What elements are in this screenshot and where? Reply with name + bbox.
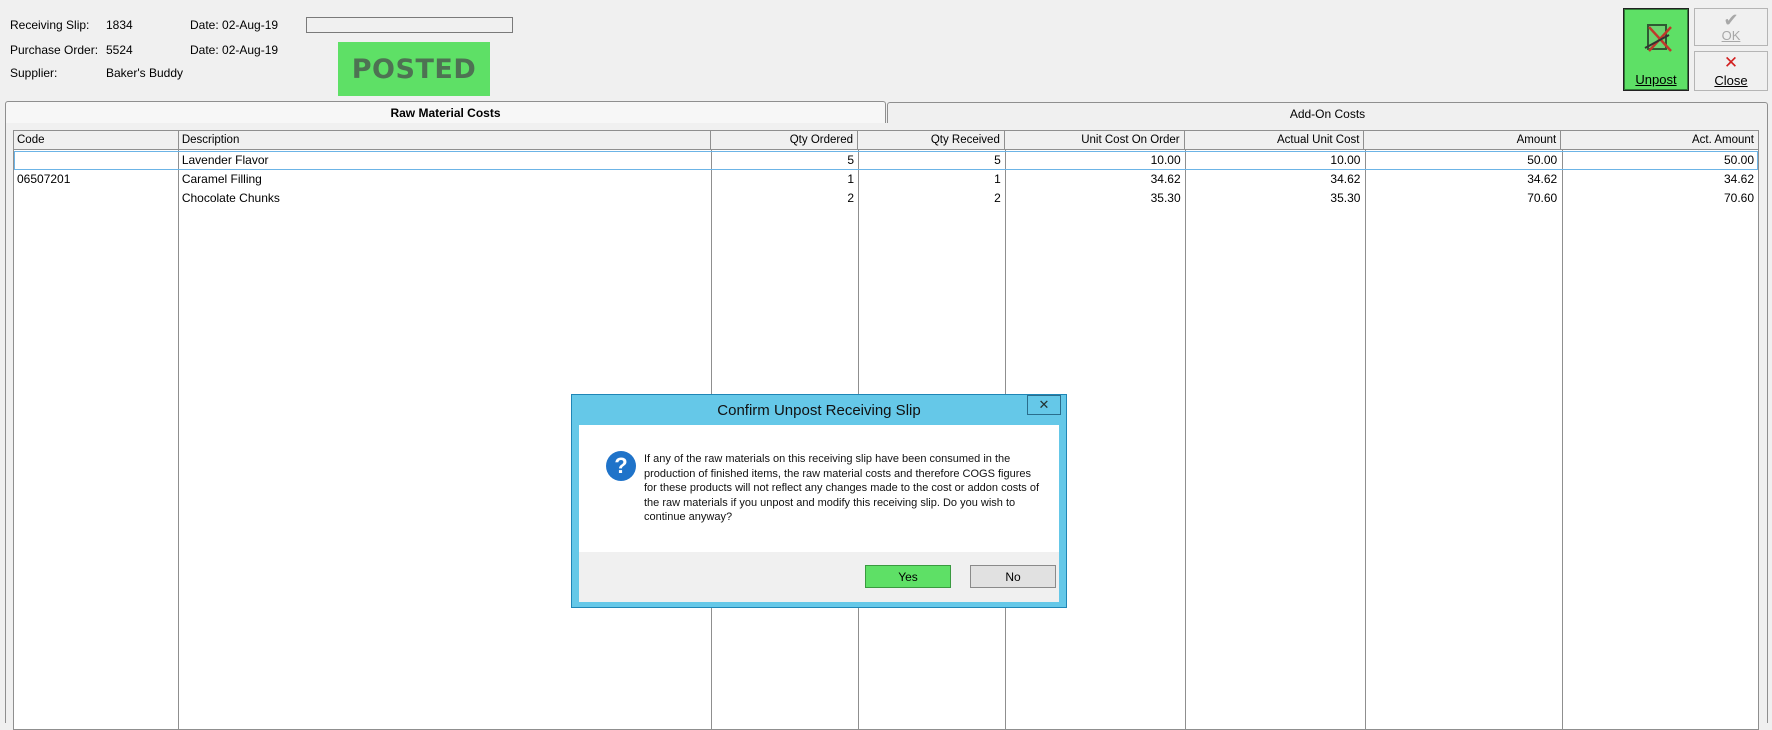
status-badge: POSTED <box>338 42 490 96</box>
grid-header: Code Description Qty Ordered Qty Receive… <box>14 131 1758 150</box>
confirm-unpost-dialog: Confirm Unpost Receiving Slip ✕ ? If any… <box>571 394 1067 608</box>
dialog-footer: Yes No <box>579 552 1059 602</box>
close-icon: ✕ <box>1038 397 1050 412</box>
tab-add-on-costs[interactable]: Add-On Costs <box>887 102 1768 124</box>
table-row[interactable]: 06507201 Caramel Filling 1 1 34.62 34.62… <box>14 170 1758 189</box>
column-divider <box>1185 150 1186 729</box>
cell-unit-cost-on-order: 10.00 <box>1150 153 1181 167</box>
supplier-label: Supplier: <box>10 66 58 80</box>
column-header-actual-unit-cost[interactable]: Actual Unit Cost <box>1185 131 1365 150</box>
cell-code <box>14 151 179 170</box>
cell-unit-cost-on-order: 34.62 <box>1150 172 1181 186</box>
checkmark-icon: ✔ <box>1723 10 1739 30</box>
cell-qty-received: 5 <box>994 153 1001 167</box>
column-header-code[interactable]: Code <box>14 131 179 150</box>
cell-qty-received: 2 <box>994 191 1001 205</box>
no-button[interactable]: No <box>970 565 1056 588</box>
close-label: Close <box>1714 73 1748 88</box>
cell-qty-ordered: 2 <box>847 191 855 205</box>
receiving-slip-date: Date: 02-Aug-19 <box>190 18 279 32</box>
purchase-order-date: Date: 02-Aug-19 <box>190 43 279 57</box>
unpost-icon <box>1644 24 1672 52</box>
close-button[interactable]: ✕ Close <box>1694 51 1768 91</box>
dialog-message: If any of the raw materials on this rece… <box>644 453 1039 524</box>
cell-amount: 34.62 <box>1527 172 1558 186</box>
cell-actual-unit-cost: 34.62 <box>1330 172 1361 186</box>
cell-code: 06507201 <box>17 172 71 186</box>
unpost-label: Unpost <box>1635 72 1677 87</box>
cell-act-amount: 34.62 <box>1723 172 1754 186</box>
unpost-button[interactable]: Unpost <box>1623 8 1689 91</box>
dialog-close-button[interactable]: ✕ <box>1027 395 1061 415</box>
column-divider <box>1562 150 1563 729</box>
progress-bar <box>306 17 513 33</box>
cell-actual-unit-cost: 35.30 <box>1330 191 1361 205</box>
close-icon: ✕ <box>1723 53 1739 72</box>
column-header-qty-received[interactable]: Qty Received <box>858 131 1005 150</box>
column-divider <box>178 150 179 729</box>
yes-button[interactable]: Yes <box>865 565 951 588</box>
cell-qty-received: 1 <box>994 172 1001 186</box>
cell-actual-unit-cost: 10.00 <box>1330 153 1361 167</box>
cell-act-amount: 50.00 <box>1723 153 1754 167</box>
question-icon: ? <box>606 451 636 481</box>
column-header-amount[interactable]: Amount <box>1364 131 1562 150</box>
ok-button[interactable]: ✔ OK <box>1694 8 1768 46</box>
cell-description: Chocolate Chunks <box>181 191 280 205</box>
column-divider <box>1365 150 1366 729</box>
dialog-body: ? If any of the raw materials on this re… <box>579 425 1059 552</box>
purchase-order-label: Purchase Order: <box>10 43 99 57</box>
cell-description: Caramel Filling <box>181 172 262 186</box>
table-row[interactable]: Lavender Flavor 5 5 10.00 10.00 50.00 50… <box>14 151 1758 170</box>
purchase-order-value: 5524 <box>106 43 133 57</box>
receiving-slip-label: Receiving Slip: <box>10 18 90 32</box>
column-header-act-amount[interactable]: Act. Amount <box>1561 131 1758 150</box>
receiving-slip-value: 1834 <box>106 18 133 32</box>
table-row[interactable]: Chocolate Chunks 2 2 35.30 35.30 70.60 7… <box>14 189 1758 208</box>
column-header-unit-cost-on-order[interactable]: Unit Cost On Order <box>1005 131 1185 150</box>
cell-code <box>14 189 179 208</box>
tab-raw-material-costs[interactable]: Raw Material Costs <box>5 101 886 124</box>
column-header-description[interactable]: Description <box>179 131 712 150</box>
cell-description: Lavender Flavor <box>181 153 269 167</box>
cell-act-amount: 70.60 <box>1723 191 1754 205</box>
column-header-qty-ordered[interactable]: Qty Ordered <box>711 131 859 150</box>
cell-qty-ordered: 5 <box>847 153 855 167</box>
cell-unit-cost-on-order: 35.30 <box>1150 191 1181 205</box>
cell-amount: 50.00 <box>1527 153 1558 167</box>
supplier-value: Baker's Buddy <box>106 66 183 80</box>
cell-qty-ordered: 1 <box>847 172 855 186</box>
cell-amount: 70.60 <box>1527 191 1558 205</box>
dialog-title: Confirm Unpost Receiving Slip <box>717 401 921 419</box>
